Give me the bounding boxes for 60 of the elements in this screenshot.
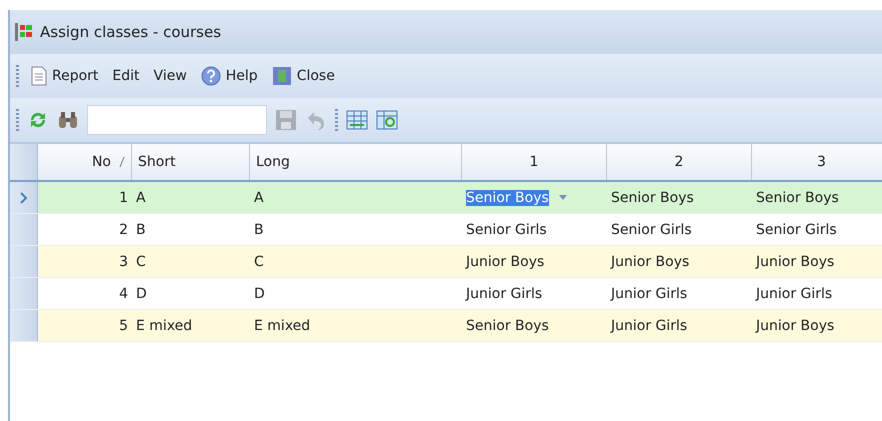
table-cell-text: B <box>135 220 147 240</box>
table-row[interactable]: 1 A A Senior Boys Senior Boys Senior Boys <box>10 182 882 214</box>
search-field[interactable] <box>87 105 267 135</box>
row-selector[interactable] <box>10 182 38 213</box>
table-cell-text: E mixed <box>135 316 194 336</box>
table-refresh-icon[interactable] <box>376 110 398 130</box>
table-cell-text: Junior Girls <box>609 316 688 336</box>
table-cell-text: Junior Boys <box>754 316 836 336</box>
help-icon <box>200 66 221 86</box>
column-header[interactable]: Short <box>132 144 250 180</box>
table-cell-text: Junior Boys <box>754 252 836 272</box>
current-row-icon <box>20 192 28 204</box>
column-header[interactable]: No <box>38 144 132 180</box>
row-selector[interactable] <box>10 246 38 277</box>
table-cell-text: Senior Girls <box>755 220 838 240</box>
window-title: Assign classes - courses <box>40 23 222 41</box>
table-cell-text: Senior Boys <box>465 316 550 336</box>
table-cell-text: Senior Girls <box>465 220 548 240</box>
dropdown-caret-icon[interactable] <box>558 195 567 200</box>
table-cell-text: D <box>253 284 266 304</box>
column-header[interactable]: Long <box>250 144 462 180</box>
row-selector[interactable] <box>10 310 38 341</box>
table-icon[interactable] <box>346 110 368 130</box>
column-header[interactable]: 2 <box>607 144 752 180</box>
table-cell-text: C <box>253 252 265 272</box>
menu-item[interactable]: Close <box>270 64 337 88</box>
table-cell-text: 4 <box>118 284 129 304</box>
menu-item[interactable]: View <box>152 66 189 86</box>
column-header[interactable]: 1 <box>462 144 607 180</box>
table-row[interactable]: 5 E mixed E mixed Senior Boys Junior Girls Junior Boys <box>10 310 882 342</box>
table-row[interactable]: 3 C C Junior Boys Junior Boys Junior Boys <box>10 246 882 278</box>
menu-item[interactable]: Help <box>198 64 260 88</box>
table-cell-text: C <box>135 252 147 272</box>
table-cell-text: Senior Boys <box>755 188 840 208</box>
table-cell-text: Junior Girls <box>609 284 688 304</box>
table-cell-text: E mixed <box>253 316 312 336</box>
table-cell-text: 3 <box>118 252 129 272</box>
cell-editor[interactable]: Senior Boys <box>462 182 607 213</box>
document-icon <box>31 66 47 86</box>
table-cell-text: Senior Girls <box>610 220 693 240</box>
table-cell-text: Junior Girls <box>754 284 834 304</box>
table-cell-text: B <box>253 220 265 240</box>
table-cell-text: 1 <box>118 188 129 208</box>
app-logo-icon <box>14 22 34 42</box>
row-selector[interactable] <box>10 278 38 309</box>
table-cell-text: Junior Girls <box>464 284 544 304</box>
table-cell-text: Junior Boys <box>609 252 690 272</box>
table-cell-text: D <box>135 284 148 304</box>
table-cell-text: 5 <box>118 316 129 336</box>
column-header[interactable]: 3 <box>752 144 882 180</box>
menu-item[interactable]: Report <box>29 64 100 88</box>
binoculars-icon[interactable] <box>57 110 79 130</box>
table-cell-text: A <box>253 188 265 208</box>
table-cell-text: A <box>135 188 147 208</box>
table-cell-text: Junior Boys <box>464 252 546 272</box>
row-selector[interactable] <box>10 214 38 245</box>
menu-item[interactable]: Edit <box>110 66 142 86</box>
table-cell-text: 2 <box>118 220 129 240</box>
table-cell-text: Senior Boys <box>610 188 695 208</box>
exit-door-icon <box>272 66 292 86</box>
